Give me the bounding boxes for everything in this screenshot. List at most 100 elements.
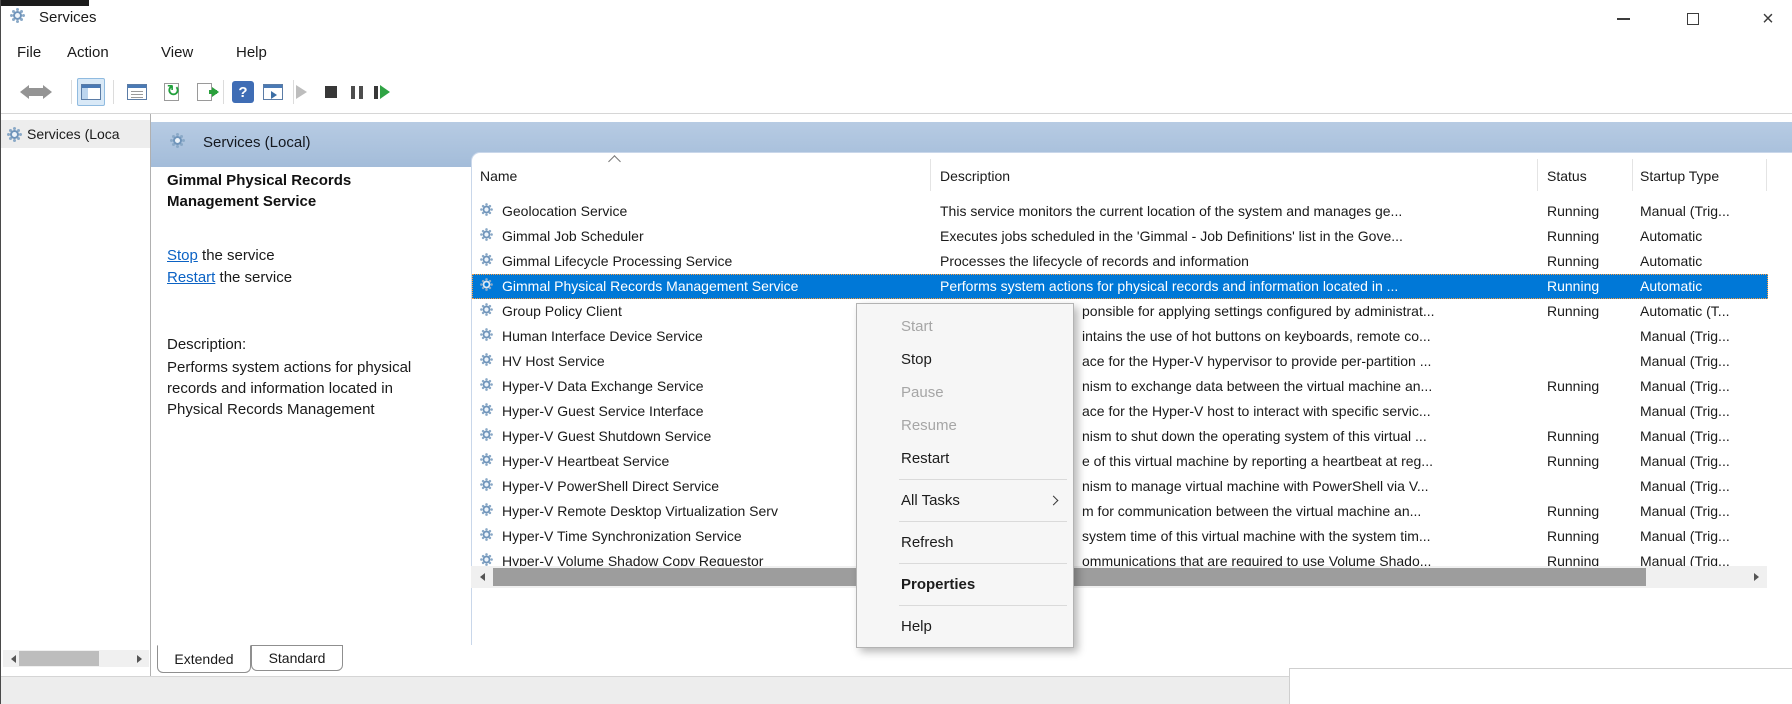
- context-menu-item-start[interactable]: Start: [857, 310, 1073, 343]
- cell-status: Running: [1547, 199, 1629, 224]
- cell-startup-type: Manual (Trig...: [1640, 549, 1766, 566]
- cell-status: [1547, 474, 1629, 499]
- column-header-description[interactable]: Description: [940, 161, 1010, 191]
- table-row[interactable]: HV Host Service ace for the Hyper-V hype…: [472, 349, 1768, 374]
- table-row[interactable]: Hyper-V Volume Shadow Copy Requestor omm…: [472, 549, 1768, 566]
- app-gear-icon: [13, 11, 22, 20]
- context-menu-item-pause[interactable]: Pause: [857, 376, 1073, 409]
- table-row[interactable]: Gimmal Physical Records Management Servi…: [472, 274, 1768, 299]
- table-row[interactable]: Gimmal Lifecycle Processing Service Proc…: [472, 249, 1768, 274]
- cell-startup-type: Manual (Trig...: [1640, 324, 1766, 349]
- cell-description: This service monitors the current locati…: [940, 199, 1535, 224]
- service-gear-icon: [483, 256, 491, 264]
- stop-service-icon[interactable]: [317, 78, 345, 106]
- cell-startup-type: Automatic: [1640, 224, 1766, 249]
- column-header-status[interactable]: Status: [1547, 161, 1587, 191]
- tree-scroll-left-icon[interactable]: [3, 650, 19, 667]
- tab-standard[interactable]: Standard: [251, 645, 343, 671]
- table-row[interactable]: Group Policy Client ponsible for applyin…: [472, 299, 1768, 324]
- minimize-button[interactable]: [1601, 6, 1645, 32]
- service-gear-icon: [483, 431, 491, 439]
- export-list-icon[interactable]: [190, 78, 218, 106]
- cell-name: Gimmal Job Scheduler: [502, 224, 932, 249]
- context-menu-item-restart[interactable]: Restart: [857, 442, 1073, 475]
- scroll-right-icon[interactable]: [1749, 566, 1767, 588]
- column-header-startup[interactable]: Startup Type: [1640, 161, 1719, 191]
- cell-description: nism to shut down the operating system o…: [1082, 424, 1537, 449]
- start-service-icon[interactable]: [291, 78, 319, 106]
- cell-description: nism to exchange data between the virtua…: [1082, 374, 1537, 399]
- services-gear-icon: [10, 130, 19, 139]
- table-row[interactable]: Gimmal Job Scheduler Executes jobs sched…: [472, 224, 1768, 249]
- table-row[interactable]: Hyper-V Data Exchange Service nism to ex…: [472, 374, 1768, 399]
- menu-bar: File Action View Help: [1, 36, 1792, 70]
- restart-service-icon[interactable]: [371, 78, 399, 106]
- table-row[interactable]: Geolocation Service This service monitor…: [472, 199, 1768, 224]
- menu-action[interactable]: Action: [67, 44, 109, 61]
- table-row[interactable]: Hyper-V Remote Desktop Virtualization Se…: [472, 499, 1768, 524]
- restart-service-link[interactable]: Restart: [167, 269, 215, 286]
- menu-separator: [899, 563, 1067, 564]
- horizontal-scrollbar[interactable]: [471, 566, 1767, 588]
- menu-help[interactable]: Help: [236, 44, 267, 61]
- table-row[interactable]: Hyper-V Guest Service Interface ace for …: [472, 399, 1768, 424]
- context-menu-item-properties[interactable]: Properties: [857, 568, 1073, 601]
- refresh-icon[interactable]: ↻: [157, 78, 185, 106]
- close-button[interactable]: ×: [1746, 6, 1790, 32]
- service-gear-icon: [483, 556, 491, 564]
- context-menu-item-refresh[interactable]: Refresh: [857, 526, 1073, 559]
- service-gear-icon: [483, 531, 491, 539]
- pause-service-icon[interactable]: [343, 78, 371, 106]
- tree-scroll-right-icon[interactable]: [133, 650, 149, 667]
- screen-artifact: [1, 0, 89, 6]
- column-header-name[interactable]: Name: [480, 161, 517, 191]
- table-row[interactable]: Hyper-V Guest Shutdown Service nism to s…: [472, 424, 1768, 449]
- table-row[interactable]: Hyper-V PowerShell Direct Service nism t…: [472, 474, 1768, 499]
- stop-service-link[interactable]: Stop: [167, 247, 198, 264]
- properties-icon[interactable]: [123, 78, 151, 106]
- description-text: Performs system actions for physical rec…: [167, 357, 432, 420]
- cell-startup-type: Manual (Trig...: [1640, 474, 1766, 499]
- tab-extended[interactable]: Extended: [157, 645, 251, 673]
- cell-description: m for communication between the virtual …: [1082, 499, 1537, 524]
- cell-startup-type: Automatic: [1640, 274, 1766, 299]
- cell-startup-type: Manual (Trig...: [1640, 374, 1766, 399]
- cell-status: Running: [1547, 224, 1629, 249]
- services-window: Services × File Action View Help ↻ ? Ser…: [0, 0, 1792, 704]
- table-row[interactable]: Hyper-V Heartbeat Service e of this virt…: [472, 449, 1768, 474]
- title-bar: Services ×: [1, 0, 1792, 36]
- context-menu-item-help[interactable]: Help: [857, 610, 1073, 643]
- show-hide-action-pane-icon[interactable]: [259, 78, 287, 106]
- scroll-left-icon[interactable]: [471, 566, 489, 588]
- help-icon[interactable]: ?: [229, 78, 257, 106]
- show-hide-console-tree-icon[interactable]: [77, 78, 105, 106]
- cell-name: Gimmal Physical Records Management Servi…: [502, 274, 932, 299]
- menu-view[interactable]: View: [161, 44, 193, 61]
- cell-startup-type: Manual (Trig...: [1640, 499, 1766, 524]
- cell-description: Processes the lifecycle of records and i…: [940, 249, 1535, 274]
- snapin-title: Services (Local): [203, 134, 311, 151]
- cell-status: Running: [1547, 299, 1629, 324]
- back-icon[interactable]: [7, 78, 35, 106]
- context-menu-item-stop[interactable]: Stop: [857, 343, 1073, 376]
- maximize-button[interactable]: [1671, 6, 1715, 32]
- tree-horizontal-scrollbar[interactable]: [3, 650, 149, 667]
- cell-status: [1547, 399, 1629, 424]
- table-row[interactable]: Human Interface Device Service intains t…: [472, 324, 1768, 349]
- context-menu: Start Stop Pause Resume Restart All Task…: [856, 303, 1074, 648]
- context-menu-item-all-tasks[interactable]: All Tasks: [857, 484, 1073, 517]
- cell-status: Running: [1547, 249, 1629, 274]
- service-gear-icon: [483, 406, 491, 414]
- service-gear-icon: [483, 281, 491, 289]
- stop-service-line: Stop the service: [167, 247, 275, 264]
- tree-item-services-local[interactable]: Services (Loca: [1, 120, 150, 148]
- tree-scroll-thumb[interactable]: [19, 651, 99, 666]
- forward-icon[interactable]: [37, 78, 65, 106]
- menu-file[interactable]: File: [17, 44, 41, 61]
- context-menu-item-resume[interactable]: Resume: [857, 409, 1073, 442]
- table-row[interactable]: Hyper-V Time Synchronization Service sys…: [472, 524, 1768, 549]
- service-gear-icon: [483, 456, 491, 464]
- stop-service-suffix: the service: [198, 247, 275, 264]
- toolbar: ↻ ?: [1, 70, 1792, 114]
- cell-description: ace for the Hyper-V hypervisor to provid…: [1082, 349, 1537, 374]
